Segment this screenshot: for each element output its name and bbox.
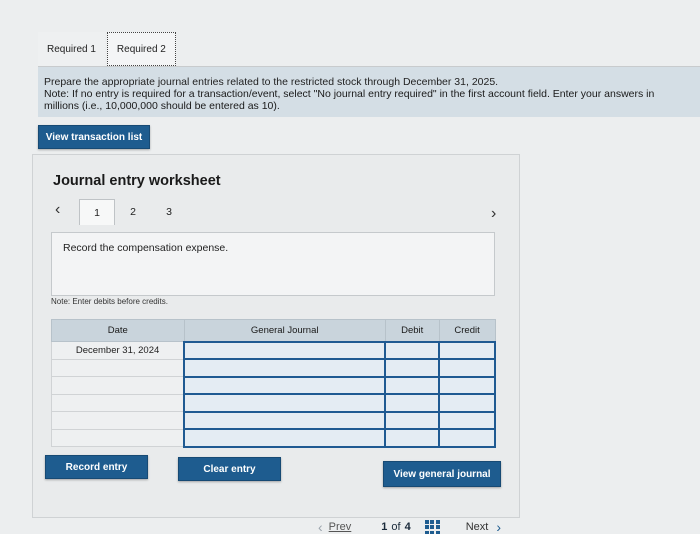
credit-input[interactable] bbox=[438, 410, 496, 430]
instruction-note: Note: If no entry is required for a tran… bbox=[44, 88, 655, 100]
date-cell bbox=[51, 411, 185, 430]
pagination: ‹ Prev 1 of 4 Next › bbox=[318, 519, 501, 534]
table-row: December 31, 2024 bbox=[51, 340, 496, 360]
debit-input[interactable] bbox=[384, 358, 441, 378]
chevron-left-icon[interactable]: ‹ bbox=[55, 201, 60, 219]
column-header-debit: Debit bbox=[384, 319, 440, 343]
next-link[interactable]: Next bbox=[466, 521, 489, 533]
date-cell bbox=[51, 393, 185, 412]
table-row bbox=[51, 393, 496, 413]
journal-entry-table: Date General Journal Debit Credit Decemb… bbox=[51, 319, 496, 448]
debits-note: Note: Enter debits before credits. bbox=[51, 297, 168, 306]
worksheet-title: Journal entry worksheet bbox=[53, 173, 221, 189]
chevron-right-icon: › bbox=[496, 519, 502, 534]
table-row bbox=[51, 375, 496, 395]
credit-input[interactable] bbox=[438, 340, 496, 360]
table-row bbox=[51, 358, 496, 378]
account-input[interactable] bbox=[183, 428, 387, 448]
table-row bbox=[51, 410, 496, 430]
debit-input[interactable] bbox=[384, 410, 441, 430]
account-input[interactable] bbox=[183, 393, 387, 413]
worksheet-page-1[interactable]: 1 bbox=[79, 199, 115, 225]
transaction-description-text: Record the compensation expense. bbox=[63, 242, 229, 254]
worksheet-page-tabs: 1 2 3 bbox=[79, 199, 187, 225]
account-input[interactable] bbox=[183, 340, 387, 360]
date-cell: December 31, 2024 bbox=[51, 341, 185, 360]
instructions-banner: Prepare the appropriate journal entries … bbox=[38, 67, 700, 117]
instruction-note-units: millions (i.e., 10,000,000 should be ent… bbox=[44, 100, 280, 112]
view-general-journal-button[interactable]: View general journal bbox=[383, 461, 501, 487]
page-of: of bbox=[391, 521, 401, 533]
transaction-description: Record the compensation expense. bbox=[51, 232, 495, 296]
account-input[interactable] bbox=[183, 358, 387, 378]
chevron-right-icon[interactable]: › bbox=[491, 205, 496, 223]
date-cell bbox=[51, 376, 185, 395]
debit-input[interactable] bbox=[384, 428, 441, 448]
worksheet-page-3[interactable]: 3 bbox=[151, 199, 187, 225]
debit-input[interactable] bbox=[384, 340, 441, 360]
column-header-general-journal: General Journal bbox=[183, 319, 386, 343]
debit-input[interactable] bbox=[384, 375, 441, 395]
tab-required-1[interactable]: Required 1 bbox=[38, 32, 105, 66]
view-transaction-list-button[interactable]: View transaction list bbox=[38, 125, 150, 149]
date-cell bbox=[51, 428, 185, 447]
tab-required-2[interactable]: Required 2 bbox=[106, 32, 176, 66]
clear-entry-button[interactable]: Clear entry bbox=[178, 457, 281, 481]
instruction-text: Prepare the appropriate journal entries … bbox=[44, 76, 499, 88]
credit-input[interactable] bbox=[438, 428, 496, 448]
worksheet-page-2[interactable]: 2 bbox=[115, 199, 151, 225]
column-header-date: Date bbox=[51, 319, 185, 342]
table-row bbox=[51, 428, 496, 448]
account-input[interactable] bbox=[183, 410, 387, 430]
date-cell bbox=[51, 358, 185, 377]
credit-input[interactable] bbox=[438, 393, 496, 413]
credit-input[interactable] bbox=[438, 358, 496, 378]
page-current: 1 bbox=[381, 521, 388, 533]
debit-input[interactable] bbox=[384, 393, 441, 413]
page-total: 4 bbox=[404, 521, 411, 533]
prev-link[interactable]: Prev bbox=[329, 521, 352, 533]
grid-icon[interactable] bbox=[424, 519, 440, 534]
credit-input[interactable] bbox=[438, 375, 496, 395]
requirement-tabs: Required 1 Required 2 bbox=[38, 32, 176, 66]
account-input[interactable] bbox=[183, 375, 387, 395]
chevron-left-icon: ‹ bbox=[318, 519, 323, 534]
column-header-credit: Credit bbox=[438, 319, 496, 343]
record-entry-button[interactable]: Record entry bbox=[45, 455, 148, 479]
